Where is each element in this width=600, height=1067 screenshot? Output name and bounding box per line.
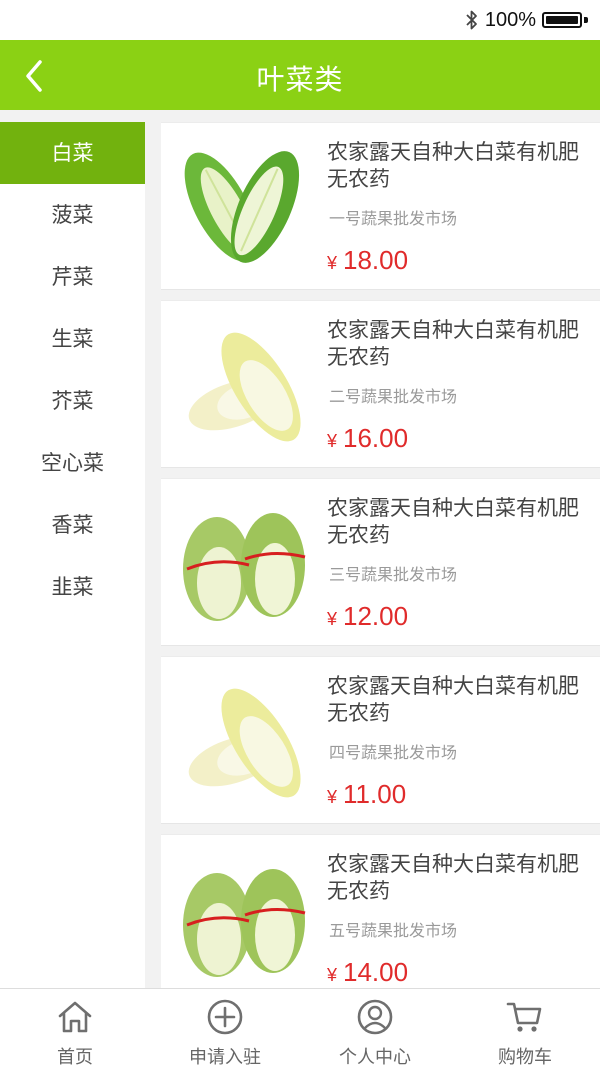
home-icon bbox=[58, 1001, 92, 1033]
product-title[interactable]: 农家露天自种大白菜有机肥无农药 bbox=[327, 851, 589, 905]
product-title[interactable]: 农家露天自种大白菜有机肥无农药 bbox=[327, 139, 589, 193]
sidebar-item-bocai[interactable]: 菠菜 bbox=[0, 184, 145, 246]
product-price: ¥11.00 bbox=[327, 779, 407, 809]
product-price: ¥16.00 bbox=[327, 423, 409, 453]
product-price: ¥12.00 bbox=[327, 601, 409, 631]
sidebar-item-kongxincai[interactable]: 空心菜 bbox=[0, 432, 145, 494]
tab-label: 个人中心 bbox=[339, 1047, 411, 1067]
status-bar: 100% bbox=[0, 0, 600, 40]
product-price: ¥18.00 bbox=[327, 245, 409, 275]
product-market: 二号蔬果批发市场 bbox=[329, 387, 458, 406]
product-list: 农家露天自种大白菜有机肥无农药 一号蔬果批发市场 ¥18.00 农家露天自种大白… bbox=[161, 122, 600, 988]
nav-bar: 叶菜类 bbox=[0, 40, 600, 110]
category-sidebar: 白菜 菠菜 芹菜 生菜 芥菜 空心菜 香菜 韭菜 bbox=[0, 122, 145, 988]
sidebar-item-xiangcai[interactable]: 香菜 bbox=[0, 494, 145, 556]
tab-label: 购物车 bbox=[498, 1047, 552, 1067]
product-image-split-cabbage bbox=[184, 151, 300, 263]
product-card[interactable]: 农家露天自种大白菜有机肥无农药 四号蔬果批发市场 ¥11.00 bbox=[161, 656, 600, 824]
product-title[interactable]: 农家露天自种大白菜有机肥无农药 bbox=[327, 495, 589, 549]
sidebar-item-baicai[interactable]: 白菜 bbox=[0, 122, 145, 184]
tab-label: 申请入驻 bbox=[189, 1047, 261, 1067]
product-title[interactable]: 农家露天自种大白菜有机肥无农药 bbox=[327, 317, 589, 371]
product-card[interactable]: 农家露天自种大白菜有机肥无农药 五号蔬果批发市场 ¥14.00 bbox=[161, 834, 600, 988]
sidebar-item-qincai[interactable]: 芹菜 bbox=[0, 246, 145, 308]
user-icon bbox=[357, 999, 393, 1035]
plus-circle-icon bbox=[207, 999, 243, 1035]
product-market: 五号蔬果批发市场 bbox=[329, 921, 458, 940]
product-image-cabbage-pair bbox=[188, 688, 301, 798]
product-card[interactable]: 农家露天自种大白菜有机肥无农药 三号蔬果批发市场 ¥12.00 bbox=[161, 478, 600, 646]
product-price: ¥14.00 bbox=[327, 957, 409, 987]
product-image-cabbage-tied bbox=[183, 869, 306, 977]
bottom-tab-bar: 首页 申请入驻 个人中心 购物车 bbox=[0, 988, 600, 1067]
product-card[interactable]: 农家露天自种大白菜有机肥无农药 一号蔬果批发市场 ¥18.00 bbox=[161, 122, 600, 290]
battery-percentage: 100% bbox=[484, 8, 536, 31]
sidebar-item-jiucai[interactable]: 韭菜 bbox=[0, 556, 145, 618]
page-title: 叶菜类 bbox=[256, 63, 344, 96]
sidebar-item-jiecai[interactable]: 芥菜 bbox=[0, 370, 145, 432]
bluetooth-icon bbox=[466, 10, 477, 30]
battery-icon bbox=[542, 10, 588, 30]
tab-apply[interactable]: 申请入驻 bbox=[150, 989, 300, 1067]
status-indicators: 100% bbox=[465, 8, 588, 32]
product-market: 三号蔬果批发市场 bbox=[329, 565, 458, 584]
tab-cart[interactable]: 购物车 bbox=[450, 989, 600, 1067]
sidebar-item-shengcai[interactable]: 生菜 bbox=[0, 308, 145, 370]
cart-icon bbox=[506, 1002, 542, 1032]
tab-profile[interactable]: 个人中心 bbox=[300, 989, 450, 1067]
product-title[interactable]: 农家露天自种大白菜有机肥无农药 bbox=[327, 673, 589, 727]
tab-home[interactable]: 首页 bbox=[0, 989, 150, 1067]
tab-label: 首页 bbox=[57, 1047, 93, 1067]
product-card[interactable]: 农家露天自种大白菜有机肥无农药 二号蔬果批发市场 ¥16.00 bbox=[161, 300, 600, 468]
product-image-cabbage-pair bbox=[188, 332, 301, 442]
product-image-cabbage-tied bbox=[183, 513, 306, 621]
product-market: 一号蔬果批发市场 bbox=[329, 209, 458, 228]
product-market: 四号蔬果批发市场 bbox=[329, 743, 458, 762]
